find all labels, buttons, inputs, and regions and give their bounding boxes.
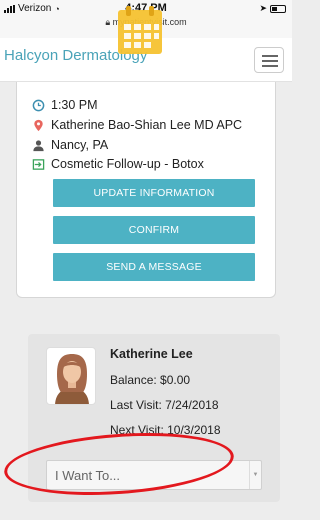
patient-balance: Balance: $0.00 [110,373,191,387]
location-icon: ➤ [259,3,267,13]
visit-type-row: Cosmetic Follow-up - Botox [32,157,204,171]
system-indicators: ➤ [259,3,286,14]
next-visit: Next Visit: 10/3/2018 [110,423,221,437]
update-information-button[interactable]: UPDATE INFORMATION [53,179,255,207]
appointment-time: 1:30 PM [51,98,98,112]
person-icon [33,139,44,151]
clock-icon [32,99,45,111]
i-want-to-select[interactable]: I Want To... ▼ [46,460,262,490]
provider-name: Katherine Bao-Shian Lee MD APC [51,118,243,132]
calendar-icon [118,6,162,54]
provider-row: Katherine Bao-Shian Lee MD APC [32,118,242,132]
location-row: Nancy, PA [32,138,108,152]
avatar-icon [55,354,89,404]
patient-name: Katherine Lee [110,347,193,361]
location-name: Nancy, PA [51,138,109,152]
hamburger-menu-button[interactable] [254,47,284,73]
sign-in-icon [32,158,45,170]
confirm-button[interactable]: CONFIRM [53,216,255,244]
patient-avatar [46,347,96,405]
map-pin-icon [34,119,43,131]
chevron-down-icon: ▼ [249,461,261,489]
lock-icon: 🔒︎ [105,17,111,27]
battery-icon [270,4,286,13]
visit-type: Cosmetic Follow-up - Botox [51,157,204,171]
select-value: I Want To... [55,468,121,483]
appointment-time-row: 1:30 PM [32,98,98,112]
last-visit: Last Visit: 7/24/2018 [110,398,219,412]
send-message-button[interactable]: SEND A MESSAGE [53,253,255,281]
